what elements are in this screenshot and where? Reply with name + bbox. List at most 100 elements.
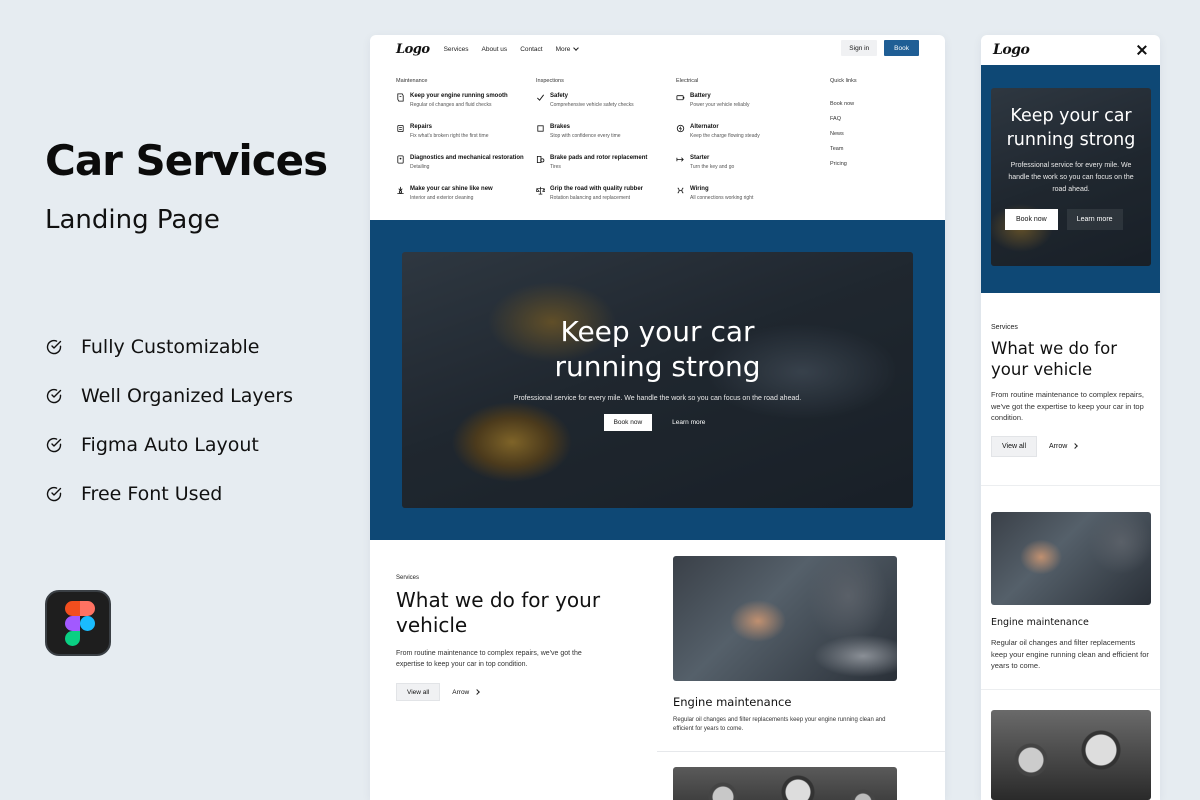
- menu-item-desc: Interior and exterior cleaning: [410, 195, 474, 201]
- menu-column-electrical: Electrical Battery Power your vehicle rel…: [676, 78, 811, 216]
- service-card-description: Regular oil changes and filter replaceme…: [991, 638, 1149, 670]
- nav-link-services[interactable]: Services: [444, 46, 469, 53]
- menu-item-title: Wiring: [690, 186, 709, 192]
- menu-item-title: Diagnostics and mechanical restoration: [410, 155, 524, 161]
- close-icon[interactable]: [1136, 44, 1148, 56]
- quick-link-faq[interactable]: FAQ: [830, 116, 900, 131]
- menu-item[interactable]: Repairs Fix what's broken right the first…: [396, 123, 531, 154]
- hero-title-line: Keep your car: [560, 315, 755, 348]
- learn-more-button[interactable]: Learn more: [666, 414, 711, 431]
- top-nav: Logo Services About us Contact More Sign…: [370, 35, 945, 63]
- menu-item-desc: Stop with confidence every time: [550, 133, 621, 139]
- mobile-nav: Logo: [981, 35, 1160, 65]
- menu-item[interactable]: Brakes Stop with confidence every time: [536, 123, 671, 154]
- services-title: What we do for your vehicle: [396, 588, 601, 637]
- hero-image: Keep your car running strong Professiona…: [402, 252, 913, 508]
- feature-label: Fully Customizable: [81, 335, 260, 358]
- sign-in-button[interactable]: Sign in: [841, 40, 878, 56]
- menu-item[interactable]: Battery Power your vehicle reliably: [676, 92, 811, 123]
- divider: [657, 751, 945, 752]
- logo[interactable]: Logo: [396, 42, 430, 57]
- feature-item: Fully Customizable: [45, 322, 293, 371]
- starter-icon: [676, 157, 684, 162]
- quick-link-news[interactable]: News: [830, 131, 900, 146]
- menu-item-desc: Rotation balancing and replacement: [550, 195, 631, 201]
- check-circle-icon: [46, 486, 62, 501]
- engine-photo: [991, 710, 1151, 800]
- mega-menu: Maintenance Keep your engine running smo…: [370, 63, 945, 220]
- arrow-link[interactable]: Arrow: [1047, 443, 1079, 450]
- service-card-description: Regular oil changes and filter replaceme…: [673, 717, 886, 732]
- repair-icon: [397, 124, 404, 133]
- check-circle-icon: [46, 388, 62, 403]
- quick-link-book-now[interactable]: Book now: [830, 101, 900, 116]
- menu-item-title: Make your car shine like new: [410, 186, 493, 192]
- menu-item-desc: Power your vehicle reliably: [690, 102, 750, 108]
- menu-column-heading: Maintenance: [396, 78, 428, 84]
- menu-item[interactable]: Starter Turn the key and go: [676, 154, 811, 185]
- menu-item[interactable]: Diagnostics and mechanical restoration De…: [396, 154, 531, 185]
- logo[interactable]: Logo: [993, 42, 1030, 58]
- nav-links: Services About us Contact More: [444, 45, 580, 53]
- menu-item[interactable]: Make your car shine like new Interior and…: [396, 185, 531, 216]
- promo-panel: Car Services Landing Page Fully Customiz…: [45, 0, 365, 800]
- menu-item-desc: Detailing: [410, 164, 430, 170]
- nav-link-about[interactable]: About us: [482, 46, 508, 53]
- menu-item[interactable]: Keep your engine running smooth Regular o…: [396, 92, 531, 123]
- view-all-button[interactable]: View all: [396, 683, 441, 701]
- menu-item-title: Keep your engine running smooth: [410, 93, 508, 99]
- mobile-services-intro: Services What we do for your vehicle Fro…: [991, 324, 1151, 457]
- quick-link-pricing[interactable]: Pricing: [830, 161, 900, 176]
- book-now-button[interactable]: Book now: [603, 414, 653, 431]
- services-intro: Services What we do for your vehicle Fro…: [396, 575, 636, 701]
- nav-link-more[interactable]: More: [556, 45, 580, 53]
- service-card-title: Engine maintenance: [673, 695, 792, 709]
- nav-link-contact[interactable]: Contact: [520, 46, 542, 53]
- arrow-link[interactable]: Arrow: [450, 689, 481, 696]
- check-circle-icon: [46, 339, 62, 354]
- chevron-right-icon: [474, 689, 481, 695]
- menu-item[interactable]: Grip the road with quality rubber Rotatio…: [536, 185, 671, 216]
- menu-item[interactable]: Safety Comprehensive vehicle safety check…: [536, 92, 671, 123]
- figma-logo-icon: [45, 590, 111, 656]
- feature-item: Well Organized Layers: [45, 371, 293, 420]
- learn-more-button[interactable]: Learn more: [1066, 209, 1123, 230]
- quick-link-team[interactable]: Team: [830, 146, 900, 161]
- menu-item[interactable]: Wiring All connections working right: [676, 185, 811, 216]
- menu-column-heading: Electrical: [676, 78, 699, 84]
- menu-column-maintenance: Maintenance Keep your engine running smo…: [396, 78, 531, 216]
- book-now-button[interactable]: Book now: [1005, 209, 1058, 230]
- menu-item[interactable]: Alternator Keep the charge flowing steady: [676, 123, 811, 154]
- menu-item-desc: All connections working right: [690, 195, 754, 201]
- services-title: What we do for your vehicle: [991, 339, 1117, 379]
- menu-item-title: Starter: [690, 155, 710, 161]
- view-all-button[interactable]: View all: [991, 435, 1037, 457]
- check-icon: [537, 94, 545, 101]
- arrow-link-label: Arrow: [452, 688, 470, 696]
- menu-item-desc: Fix what's broken right the first time: [410, 133, 489, 139]
- hero-buttons: Book now Learn more: [402, 414, 913, 431]
- menu-item-title: Brake pads and rotor replacement: [550, 155, 648, 161]
- chevron-down-icon: [573, 45, 580, 51]
- menu-column-heading: Quick links: [830, 78, 857, 84]
- feature-label: Figma Auto Layout: [81, 433, 259, 456]
- book-button[interactable]: Book: [884, 40, 919, 56]
- mobile-hero-image: Keep your car running strong Professiona…: [991, 88, 1151, 266]
- mobile-mockup: Logo Keep your car running strong Profes…: [981, 35, 1160, 800]
- feature-item: Figma Auto Layout: [45, 420, 293, 469]
- alternator-icon: [676, 124, 685, 133]
- promo-subtitle: Landing Page: [45, 205, 220, 235]
- menu-item-title: Grip the road with quality rubber: [550, 186, 644, 192]
- hero-description: Professional service for every mile. We …: [513, 395, 802, 402]
- services-description: From routine maintenance to complex repa…: [396, 650, 582, 668]
- mechanic-photo: [991, 512, 1151, 605]
- diagnostics-icon: [397, 155, 404, 164]
- menu-item[interactable]: Brake pads and rotor replacement Tires: [536, 154, 671, 185]
- divider: [981, 485, 1160, 486]
- hero-title-line: running strong: [554, 350, 761, 383]
- mobile-hero-title: Keep your car running strong: [1006, 106, 1136, 150]
- chevron-right-icon: [1072, 443, 1079, 449]
- engine-icon: [397, 93, 404, 102]
- brake-icon: [537, 125, 544, 132]
- menu-column-quick-links: Quick links Book now FAQ News Team Prici…: [830, 78, 900, 176]
